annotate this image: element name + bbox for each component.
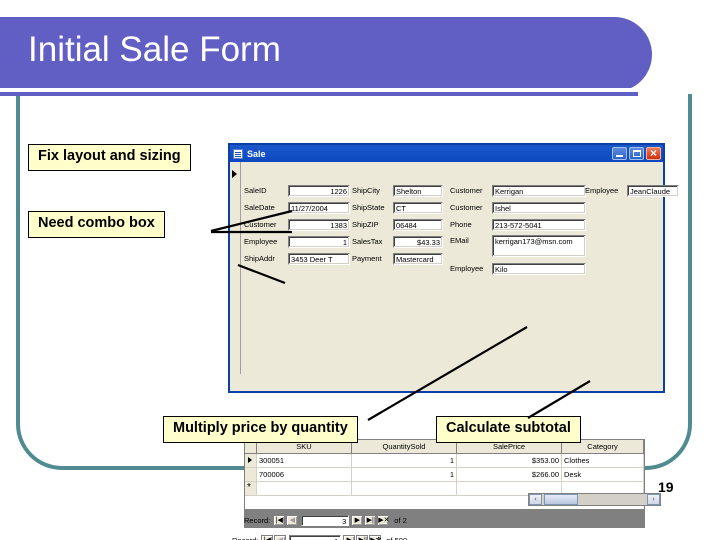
presentation-slide: Initial Sale Form Sale SaleID 1226 SaleD… xyxy=(0,0,720,540)
callout-leader-lines xyxy=(210,209,591,421)
slide-number: 19 xyxy=(658,479,674,495)
